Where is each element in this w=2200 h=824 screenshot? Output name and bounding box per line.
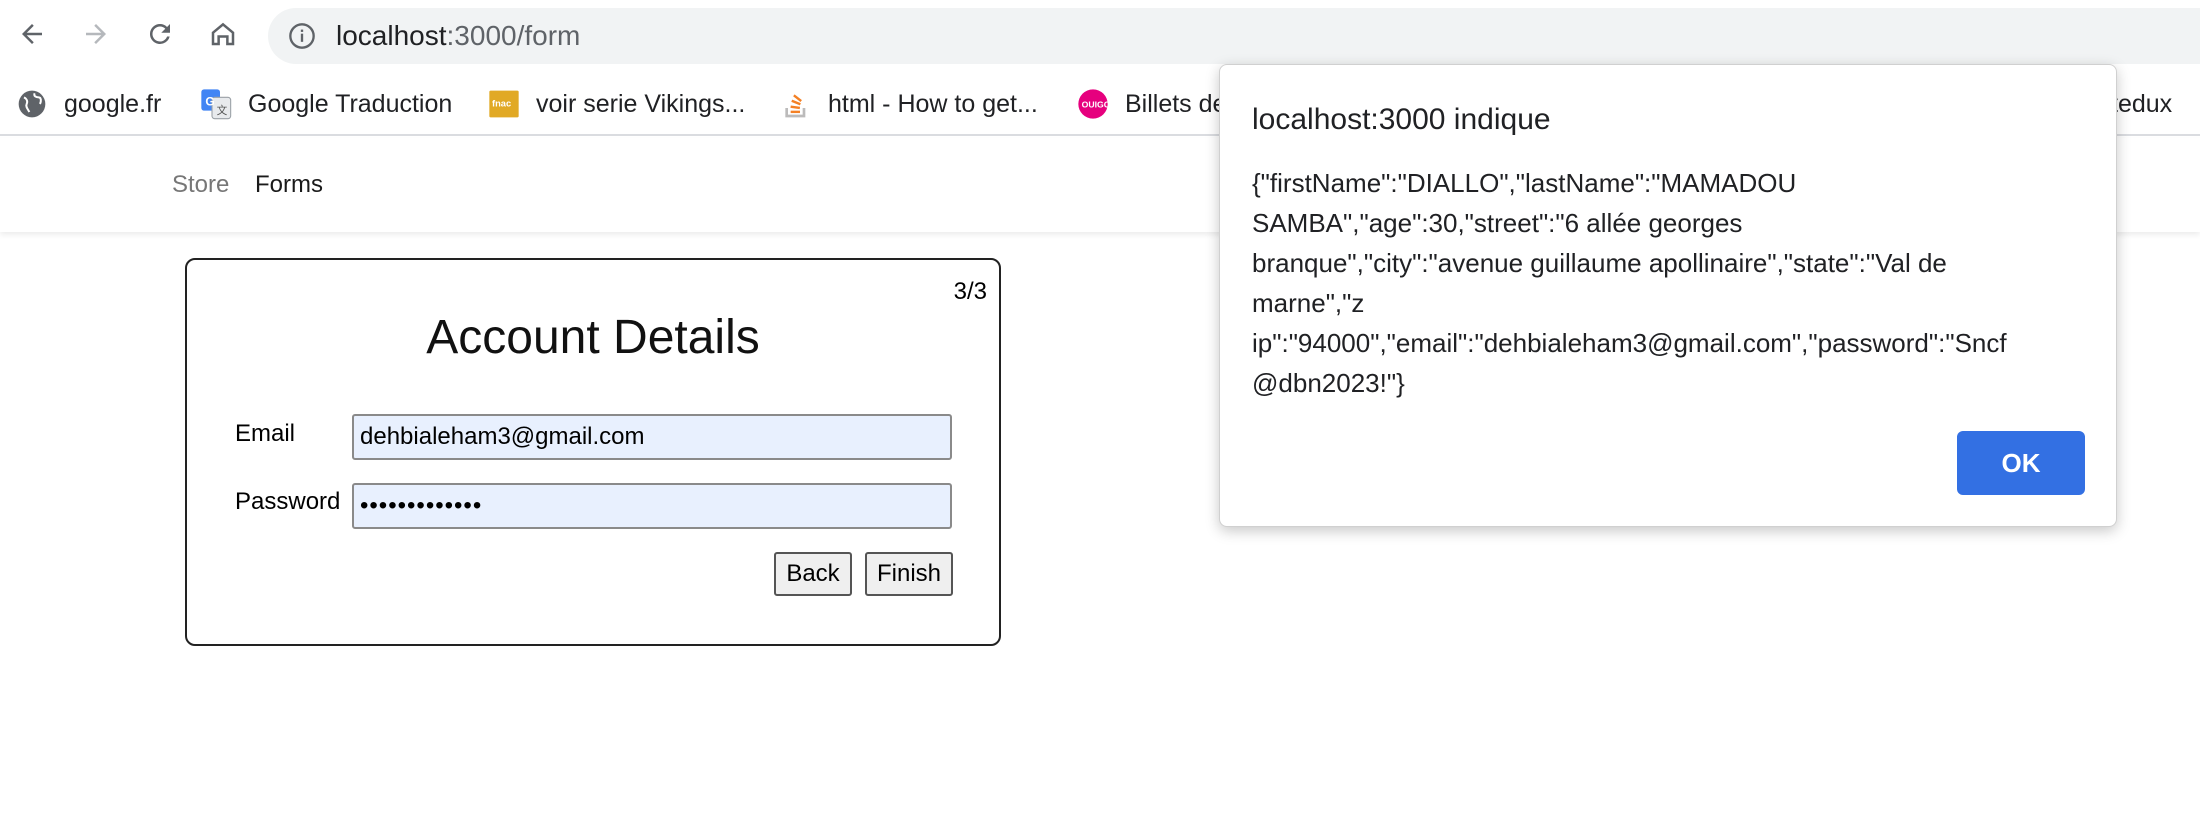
bookmark-billets-de[interactable]: OUIGO Billets de (1077, 86, 1226, 122)
forward-button[interactable] (76, 14, 116, 54)
home-button[interactable] (203, 14, 243, 54)
svg-text:OUIGO: OUIGO (1082, 99, 1109, 109)
password-label: Password (235, 488, 341, 515)
dialog-message-line: @dbn2023!"} (1252, 368, 1405, 398)
svg-text:文: 文 (217, 104, 228, 117)
step-indicator: 3/3 (953, 278, 987, 305)
bookmark-tedux[interactable]: tedux (2111, 86, 2172, 122)
bookmark-label: google.fr (64, 89, 162, 118)
url-host: localhost (336, 20, 447, 51)
ok-button[interactable]: OK (1957, 431, 2085, 495)
account-details-card: 3/3 Account Details Email dehbialeham3@g… (185, 258, 1001, 646)
bookmark-voir-serie-vikings[interactable]: fnac voir serie Vikings... (488, 86, 745, 122)
dialog-message-line: marne","z (1252, 288, 1365, 318)
arrow-left-icon (22, 24, 42, 44)
alert-dialog: localhost:3000 indique {"firstName":"DIA… (1219, 64, 2117, 527)
password-field[interactable]: ••••••••••••• (352, 483, 952, 529)
bookmark-google-traduction[interactable]: G文 Google Traduction (200, 86, 452, 122)
back-button[interactable]: Back (774, 552, 852, 596)
browser-toolbar: localhost:3000/form (0, 0, 2200, 72)
bookmark-label: Google Traduction (248, 89, 453, 118)
reload-button[interactable] (140, 14, 180, 54)
fnac-icon: fnac (488, 88, 520, 120)
google-translate-icon: G文 (200, 88, 232, 120)
svg-text:G: G (205, 94, 214, 108)
bookmark-google-fr[interactable]: google.fr (16, 86, 161, 122)
form-title: Account Details (426, 311, 760, 364)
address-bar[interactable]: localhost:3000/form (268, 8, 2200, 64)
email-label: Email (235, 420, 296, 447)
dialog-message-line: branque","city":"avenue guillaume apolli… (1252, 248, 1947, 278)
dialog-message-line: {"firstName":"DIALLO","lastName":"MAMADO… (1252, 168, 1797, 198)
svg-text:fnac: fnac (492, 99, 511, 109)
home-icon (211, 22, 235, 46)
bookmark-label: tedux (2111, 89, 2173, 118)
url-text: localhost:3000/form (336, 22, 580, 50)
back-button[interactable] (12, 14, 52, 54)
globe-icon (16, 88, 48, 120)
info-icon[interactable] (288, 22, 316, 50)
ouigo-icon: OUIGO (1077, 88, 1109, 120)
bookmark-label: html - How to get... (828, 89, 1038, 118)
stackoverflow-icon (780, 88, 812, 120)
nav-link-forms[interactable]: Forms (255, 173, 323, 197)
dialog-message-line: ip":"94000","email":"dehbialeham3@gmail.… (1252, 328, 2007, 358)
url-path: :3000/form (446, 20, 581, 51)
reload-icon (149, 23, 170, 44)
finish-button[interactable]: Finish (865, 552, 953, 596)
arrow-right-icon (86, 24, 106, 44)
dialog-title: localhost:3000 indique (1252, 103, 1551, 136)
dialog-message: {"firstName":"DIALLO","lastName":"MAMADO… (1252, 163, 2082, 403)
bookmark-html-how-to-get[interactable]: html - How to get... (780, 86, 1038, 122)
email-field[interactable]: dehbialeham3@gmail.com (352, 414, 952, 460)
bookmark-label: Billets de (1125, 89, 1227, 118)
bookmark-label: voir serie Vikings... (536, 89, 746, 118)
dialog-message-line: SAMBA","age":30,"street":"6 allée george… (1252, 208, 1743, 238)
nav-link-store[interactable]: Store (172, 173, 229, 197)
